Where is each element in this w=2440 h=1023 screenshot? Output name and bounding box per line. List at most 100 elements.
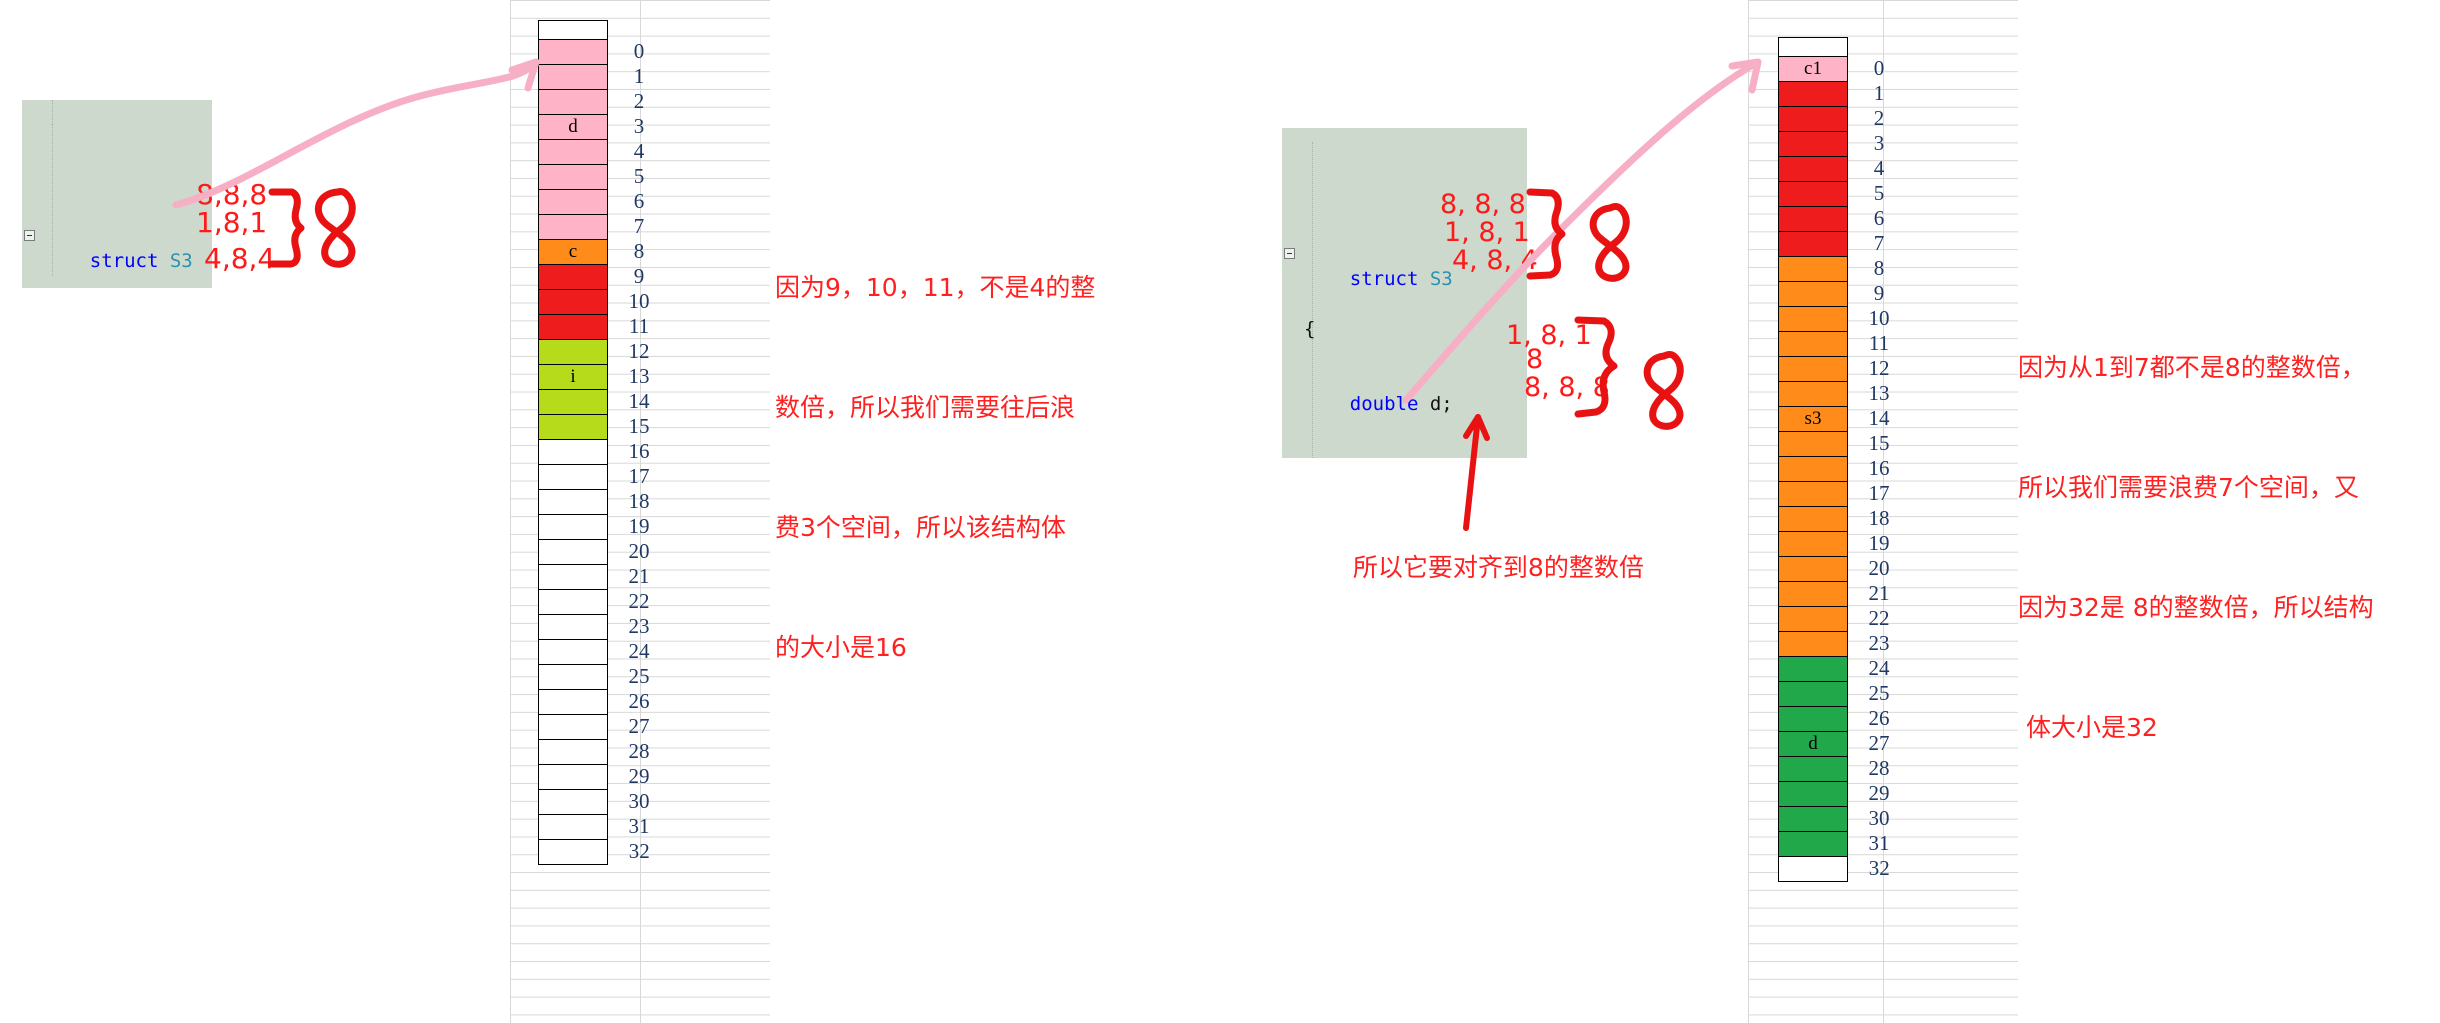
left-code-block-tail[interactable]: struct S4 (22, 276, 212, 288)
table-row[interactable]: c8 (538, 238, 671, 265)
memory-cell[interactable] (1778, 705, 1848, 732)
memory-cell[interactable] (538, 20, 608, 40)
table-row[interactable]: 29 (538, 763, 671, 790)
memory-cell[interactable] (1778, 180, 1848, 207)
memory-cell[interactable] (538, 138, 608, 165)
memory-cell[interactable] (1778, 380, 1848, 407)
table-row[interactable]: 5 (1778, 180, 1911, 207)
table-row[interactable]: 23 (1778, 630, 1911, 657)
table-row[interactable]: 24 (538, 638, 671, 665)
table-row[interactable]: 8 (1778, 255, 1911, 282)
table-row[interactable]: 30 (538, 788, 671, 815)
memory-cell[interactable] (1778, 755, 1848, 782)
table-row[interactable]: 24 (1778, 655, 1911, 682)
memory-cell[interactable] (538, 588, 608, 615)
memory-cell[interactable] (1778, 630, 1848, 657)
table-row[interactable]: 15 (538, 413, 671, 440)
table-row[interactable]: 32 (538, 838, 671, 865)
memory-cell[interactable] (1778, 205, 1848, 232)
memory-cell[interactable] (538, 638, 608, 665)
memory-cell[interactable] (538, 513, 608, 540)
table-row[interactable]: 11 (538, 313, 671, 340)
memory-cell[interactable] (1778, 155, 1848, 182)
memory-cell[interactable] (1778, 805, 1848, 832)
memory-cell[interactable] (538, 313, 608, 340)
table-row[interactable]: 2 (1778, 105, 1911, 132)
table-row[interactable]: 7 (538, 213, 671, 240)
memory-cell[interactable] (1778, 680, 1848, 707)
memory-cell[interactable] (538, 738, 608, 765)
memory-cell[interactable] (1778, 255, 1848, 282)
table-row[interactable]: 31 (538, 813, 671, 840)
fold-toggle-icon[interactable] (24, 230, 35, 241)
table-row[interactable]: 21 (538, 563, 671, 590)
memory-cell[interactable] (538, 713, 608, 740)
memory-cell[interactable] (1778, 830, 1848, 857)
memory-cell[interactable]: c (538, 238, 608, 265)
fold-toggle-icon[interactable] (1284, 248, 1295, 259)
table-row[interactable]: 20 (1778, 555, 1911, 582)
table-row[interactable]: 6 (1778, 205, 1911, 232)
memory-cell[interactable] (538, 63, 608, 90)
table-row[interactable]: c1 0 (1778, 55, 1911, 82)
memory-cell[interactable] (1778, 230, 1848, 257)
memory-cell[interactable] (538, 188, 608, 215)
memory-cell[interactable] (538, 688, 608, 715)
table-row[interactable]: d 27 (1778, 730, 1911, 757)
table-row[interactable]: 29 (1778, 780, 1911, 807)
memory-cell[interactable] (1778, 330, 1848, 357)
table-row[interactable]: i 13 (538, 363, 671, 390)
memory-cell[interactable] (1778, 455, 1848, 482)
table-row[interactable]: 30 (1778, 805, 1911, 832)
memory-cell[interactable] (538, 838, 608, 865)
table-row[interactable]: 0 (538, 38, 671, 65)
table-row[interactable]: 28 (538, 738, 671, 765)
table-row[interactable]: 23 (538, 613, 671, 640)
table-row[interactable]: 31 (1778, 830, 1911, 857)
memory-cell[interactable] (1778, 105, 1848, 132)
memory-cell[interactable] (1778, 80, 1848, 107)
table-row[interactable]: 25 (538, 663, 671, 690)
memory-cell[interactable] (538, 388, 608, 415)
table-row[interactable]: 10 (1778, 305, 1911, 332)
memory-cell[interactable] (538, 438, 608, 465)
memory-cell[interactable] (1778, 580, 1848, 607)
memory-cell[interactable] (1778, 555, 1848, 582)
memory-cell[interactable] (1778, 780, 1848, 807)
left-code-block-main[interactable]: struct S3 { double d; char c; int i; }; (22, 124, 212, 284)
table-row[interactable]: 12 (538, 338, 671, 365)
memory-cell[interactable] (1778, 280, 1848, 307)
table-row[interactable]: 15 (1778, 430, 1911, 457)
memory-cell[interactable] (538, 413, 608, 440)
memory-cell[interactable] (538, 663, 608, 690)
table-row[interactable]: 17 (1778, 480, 1911, 507)
memory-cell[interactable] (1778, 855, 1848, 882)
table-row[interactable]: 20 (538, 538, 671, 565)
memory-cell[interactable] (538, 463, 608, 490)
table-row[interactable]: 22 (1778, 605, 1911, 632)
table-row[interactable]: 9 (1778, 280, 1911, 307)
right-memory-table[interactable]: c1 0 1 2 3 4 5 6 7 8 9 10 11 12 13 s3 14 15 16 17 18 19 20 21 22… (1778, 37, 1911, 882)
table-row[interactable]: 3 (1778, 130, 1911, 157)
memory-cell[interactable] (1778, 530, 1848, 557)
table-row[interactable]: 18 (1778, 505, 1911, 532)
table-row[interactable]: 12 (1778, 355, 1911, 382)
memory-cell[interactable] (1778, 605, 1848, 632)
memory-cell[interactable] (538, 88, 608, 115)
memory-cell[interactable] (538, 563, 608, 590)
table-row[interactable]: 26 (538, 688, 671, 715)
table-row[interactable]: 18 (538, 488, 671, 515)
memory-cell[interactable] (538, 763, 608, 790)
table-row[interactable]: 19 (538, 513, 671, 540)
memory-cell[interactable] (538, 288, 608, 315)
table-row[interactable] (538, 20, 671, 40)
table-row[interactable]: 4 (538, 138, 671, 165)
table-row[interactable]: 6 (538, 188, 671, 215)
memory-cell[interactable] (1778, 480, 1848, 507)
memory-cell[interactable]: i (538, 363, 608, 390)
table-row[interactable]: 22 (538, 588, 671, 615)
memory-cell[interactable] (1778, 355, 1848, 382)
memory-cell[interactable] (538, 213, 608, 240)
table-row[interactable]: 17 (538, 463, 671, 490)
memory-cell[interactable] (538, 788, 608, 815)
